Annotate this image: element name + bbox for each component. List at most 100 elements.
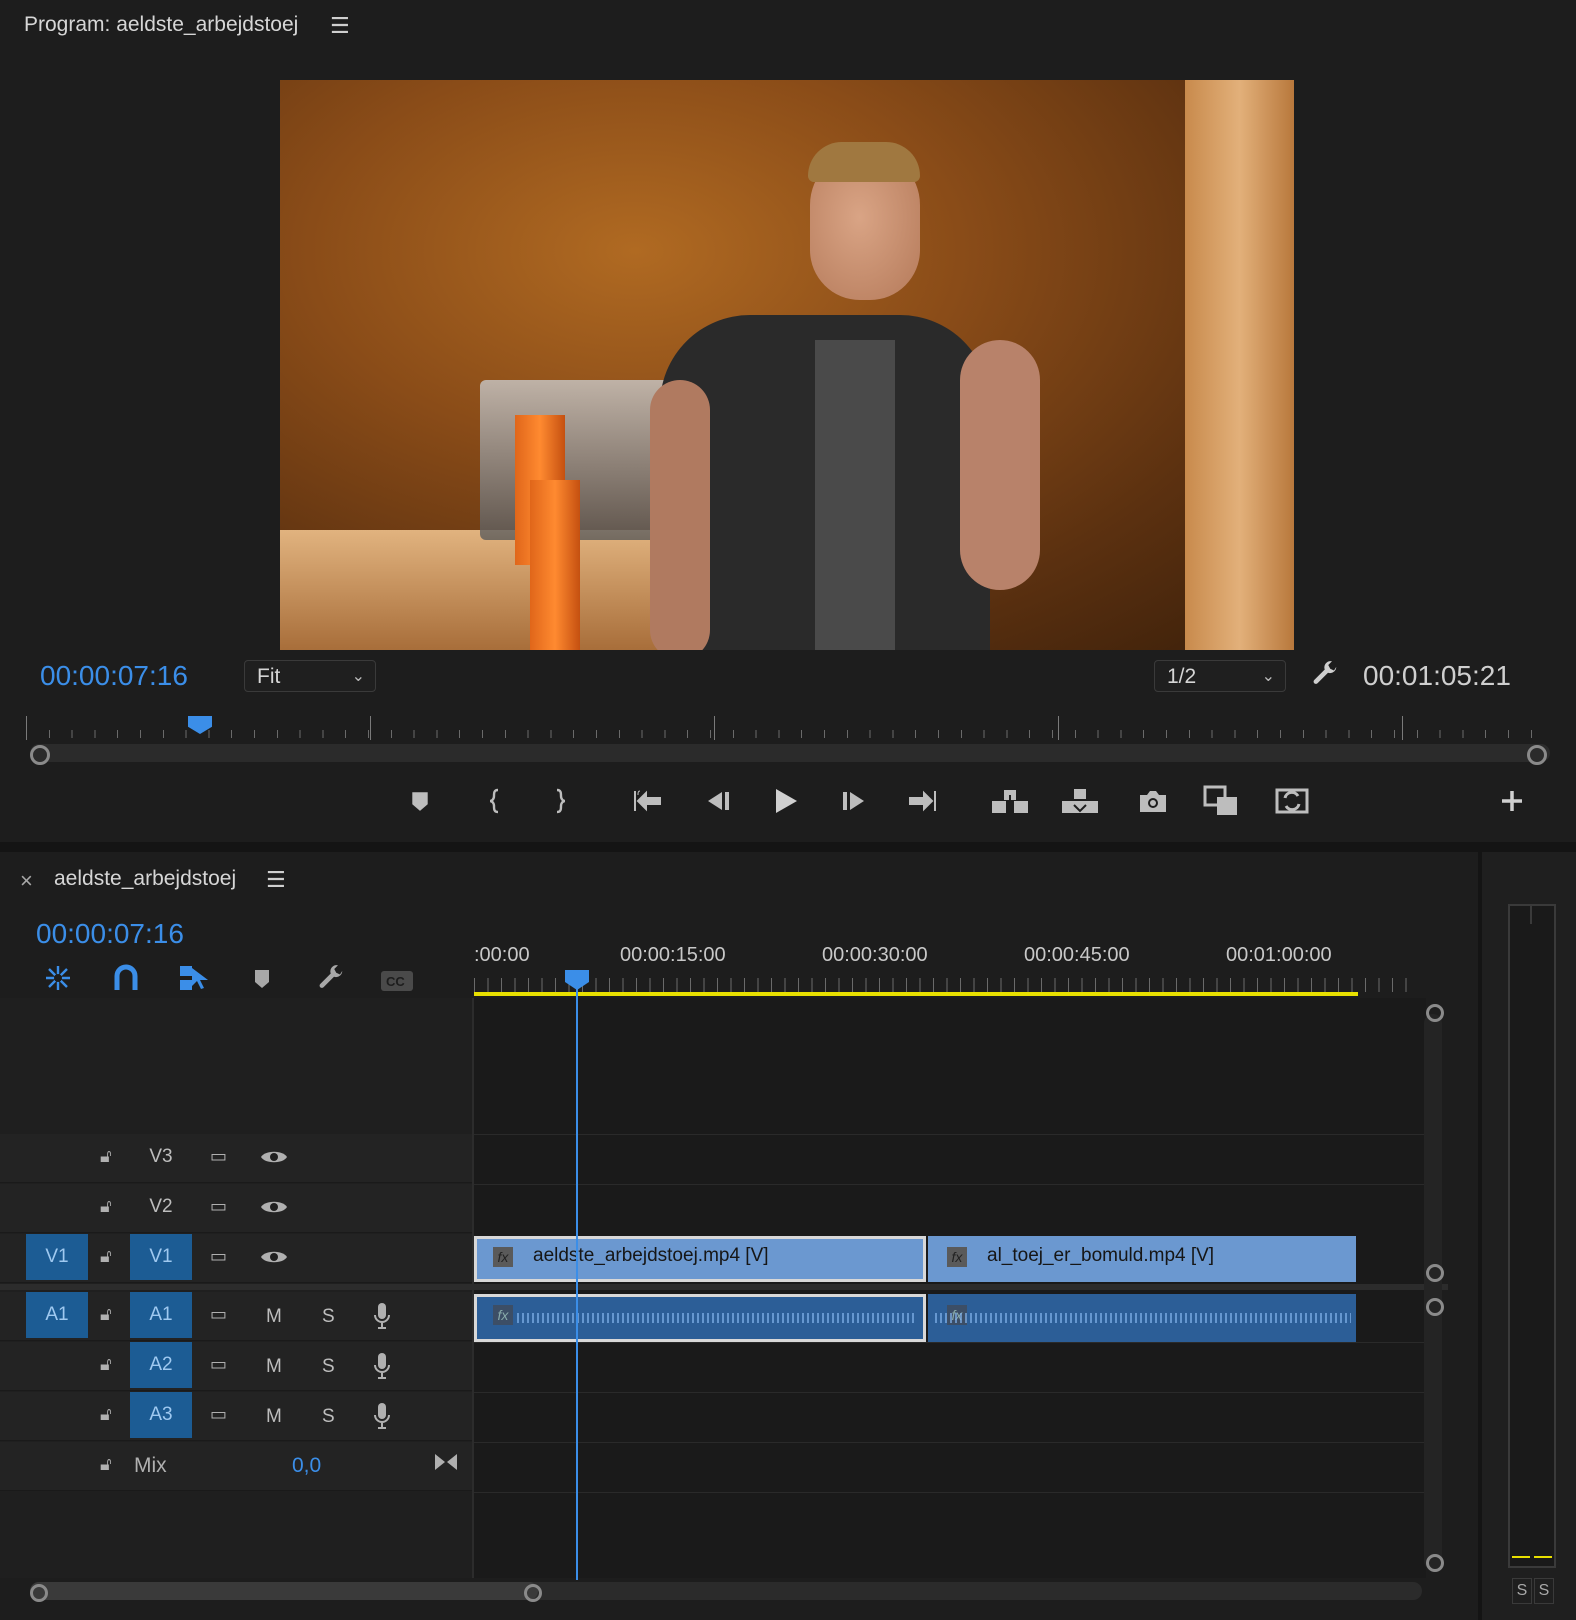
sync-lock-icon[interactable]: ▭ (210, 1196, 227, 1217)
go-to-out-button[interactable] (902, 781, 942, 821)
program-zoom-scrollbar[interactable] (30, 744, 1550, 762)
program-monitor-title: Program: aeldste_arbejdstoej (24, 13, 299, 36)
sync-lock-icon[interactable]: ▭ (210, 1354, 227, 1375)
vertical-scroll-handle[interactable] (1426, 1264, 1444, 1282)
timeline-settings-button[interactable] (316, 964, 346, 999)
mix-value[interactable]: 0,0 (292, 1454, 321, 1478)
snap-button[interactable] (112, 964, 140, 997)
solo-button[interactable]: S (322, 1356, 335, 1378)
timeline-current-timecode[interactable]: 00:00:07:16 (36, 918, 184, 950)
extract-icon (1062, 789, 1098, 813)
track-row-v3 (0, 1134, 472, 1183)
scrollbar-handle-right[interactable] (1527, 745, 1547, 765)
linked-selection-button[interactable] (178, 964, 210, 997)
track-target-v1[interactable]: V1 (130, 1234, 192, 1280)
audio-clip[interactable]: fx (474, 1294, 926, 1342)
sync-lock-icon[interactable]: ▭ (210, 1146, 227, 1167)
source-patch-v1[interactable]: V1 (26, 1234, 88, 1280)
captions-button[interactable]: CC (380, 970, 414, 997)
sync-lock-icon[interactable]: ▭ (210, 1304, 227, 1325)
export-frame-button[interactable] (1133, 781, 1173, 821)
mix-label: Mix (134, 1454, 167, 1477)
clip-name: aeldste_arbejdstoej.mp4 [V] (533, 1245, 769, 1266)
mute-button[interactable]: M (266, 1356, 282, 1378)
lock-icon[interactable]: 🔓︎ (100, 1454, 112, 1475)
eye-icon[interactable] (260, 1198, 288, 1221)
timeline-tab-title[interactable]: aeldste_arbejdstoej (54, 867, 236, 891)
solo-button[interactable]: S (322, 1406, 335, 1428)
video-audio-divider[interactable] (0, 1284, 1448, 1290)
eye-icon[interactable] (260, 1248, 288, 1271)
vertical-scroll-handle[interactable] (1426, 1298, 1444, 1316)
zoom-dropdown[interactable]: Fit ⌄ (244, 660, 376, 692)
vertical-scrollbar-track[interactable] (1424, 1014, 1442, 1570)
fx-badge: fx (493, 1305, 513, 1325)
fx-badge: fx (493, 1247, 513, 1267)
wrench-icon[interactable] (1310, 660, 1340, 695)
track-row-a2 (0, 1342, 472, 1391)
track-target-a2[interactable]: A2 (130, 1342, 192, 1388)
vertical-scroll-handle[interactable] (1426, 1554, 1444, 1572)
scrollbar-handle-right[interactable] (524, 1584, 542, 1602)
extract-button[interactable] (1060, 781, 1100, 821)
lock-icon[interactable]: 🔓︎ (100, 1404, 112, 1425)
solo-button[interactable]: S (322, 1306, 335, 1328)
video-clip[interactable]: fx aeldste_arbejdstoej.mp4 [V] (474, 1236, 926, 1282)
lock-icon[interactable]: 🔓︎ (100, 1354, 112, 1375)
timeline-add-marker-button[interactable] (252, 968, 272, 995)
timeline-menu-icon[interactable]: ☰ (266, 867, 286, 893)
track-target-a3[interactable]: A3 (130, 1392, 192, 1438)
source-patch-a1[interactable]: A1 (26, 1292, 88, 1338)
panel-divider[interactable] (0, 842, 1576, 852)
timeline-playhead-line[interactable] (576, 986, 578, 1580)
audio-clip[interactable]: fx (928, 1294, 1356, 1342)
track-target-v2[interactable]: V2 (130, 1184, 192, 1230)
step-back-button[interactable] (698, 781, 738, 821)
video-clip[interactable]: fx al_toej_er_bomuld.mp4 [V] (928, 1236, 1356, 1282)
timeline-close-button[interactable]: × (20, 868, 33, 894)
audio-meter-peak-right (1534, 1556, 1552, 1558)
add-button[interactable] (1492, 781, 1532, 821)
resolution-dropdown-value: 1/2 (1167, 665, 1197, 688)
work-area-bar[interactable] (474, 992, 1358, 996)
lock-icon[interactable]: 🔓︎ (100, 1304, 112, 1325)
lift-button[interactable] (990, 781, 1030, 821)
mute-button[interactable]: M (266, 1406, 282, 1428)
time-ruler-ticks[interactable] (474, 978, 1418, 992)
program-menu-icon[interactable]: ☰ (330, 13, 350, 39)
play-button[interactable] (766, 781, 806, 821)
bowtie-icon[interactable] (434, 1452, 458, 1477)
horizontal-scrollbar-thumb[interactable] (30, 1582, 538, 1600)
chevron-down-icon: ⌄ (1261, 668, 1275, 685)
microphone-icon[interactable] (372, 1402, 392, 1435)
scrollbar-handle-left[interactable] (30, 745, 50, 765)
vertical-scroll-handle[interactable] (1426, 1004, 1444, 1022)
resolution-dropdown[interactable]: 1/2 ⌄ (1154, 660, 1286, 692)
content-row-line (474, 1184, 1424, 1185)
mark-out-button[interactable] (540, 781, 580, 821)
solo-left-button[interactable]: S (1512, 1578, 1532, 1604)
comparison-view-button[interactable] (1202, 781, 1242, 821)
mute-button[interactable]: M (266, 1306, 282, 1328)
sync-lock-icon[interactable]: ▭ (210, 1404, 227, 1425)
eye-icon[interactable] (260, 1148, 288, 1171)
lock-icon[interactable]: 🔓︎ (100, 1196, 112, 1217)
mark-in-button[interactable] (475, 781, 515, 821)
microphone-icon[interactable] (372, 1302, 392, 1335)
go-to-in-button[interactable] (628, 781, 668, 821)
sync-lock-icon[interactable]: ▭ (210, 1246, 227, 1267)
snap-insert-button[interactable] (44, 964, 72, 997)
microphone-icon[interactable] (372, 1352, 392, 1385)
lock-icon[interactable]: 🔓︎ (100, 1246, 112, 1267)
step-forward-button[interactable] (834, 781, 874, 821)
content-row-line (474, 1492, 1424, 1493)
scrollbar-handle-left[interactable] (30, 1584, 48, 1602)
solo-right-button[interactable]: S (1534, 1578, 1554, 1604)
track-target-a1[interactable]: A1 (130, 1292, 192, 1338)
swap-button[interactable] (1272, 781, 1312, 821)
ruler-label: :00:00 (474, 944, 530, 966)
track-target-v3[interactable]: V3 (130, 1134, 192, 1180)
program-current-timecode[interactable]: 00:00:07:16 (40, 660, 188, 692)
lock-icon[interactable]: 🔓︎ (100, 1146, 112, 1167)
add-marker-button[interactable] (400, 781, 440, 821)
